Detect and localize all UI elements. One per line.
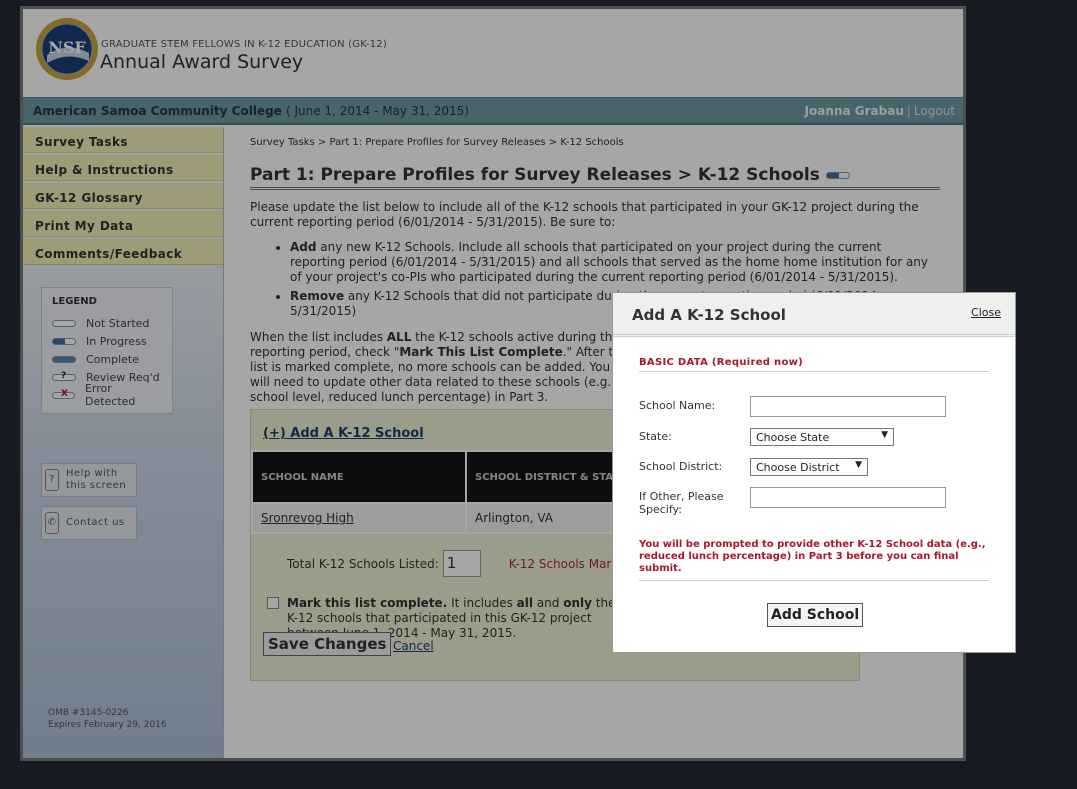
district-select[interactable]: Choose District ▼	[750, 458, 868, 476]
state-label: State:	[639, 430, 672, 443]
state-select-value: Choose State	[756, 431, 830, 444]
dropdown-arrow-icon: ▼	[855, 460, 862, 470]
dropdown-arrow-icon: ▼	[881, 430, 888, 440]
add-school-button[interactable]: Add School	[767, 603, 864, 627]
state-select[interactable]: Choose State ▼	[750, 428, 894, 446]
school-name-label: School Name:	[639, 399, 716, 412]
dialog-title: Add A K-12 School	[632, 306, 786, 324]
basic-data-heading: BASIC DATA (Required now)	[639, 357, 989, 372]
school-name-input[interactable]	[750, 396, 946, 417]
dialog-header: Add A K-12 School Close	[613, 293, 1015, 337]
dialog-close-link[interactable]: Close	[971, 306, 1001, 319]
other-input[interactable]	[750, 487, 946, 508]
dialog-note: You will be prompted to provide other K-…	[639, 539, 989, 581]
district-label: School District:	[639, 460, 723, 473]
other-label: If Other, Please Specify:	[639, 490, 724, 516]
district-select-value: Choose District	[756, 461, 840, 474]
add-school-dialog: Add A K-12 School Close BASIC DATA (Requ…	[612, 292, 1016, 653]
